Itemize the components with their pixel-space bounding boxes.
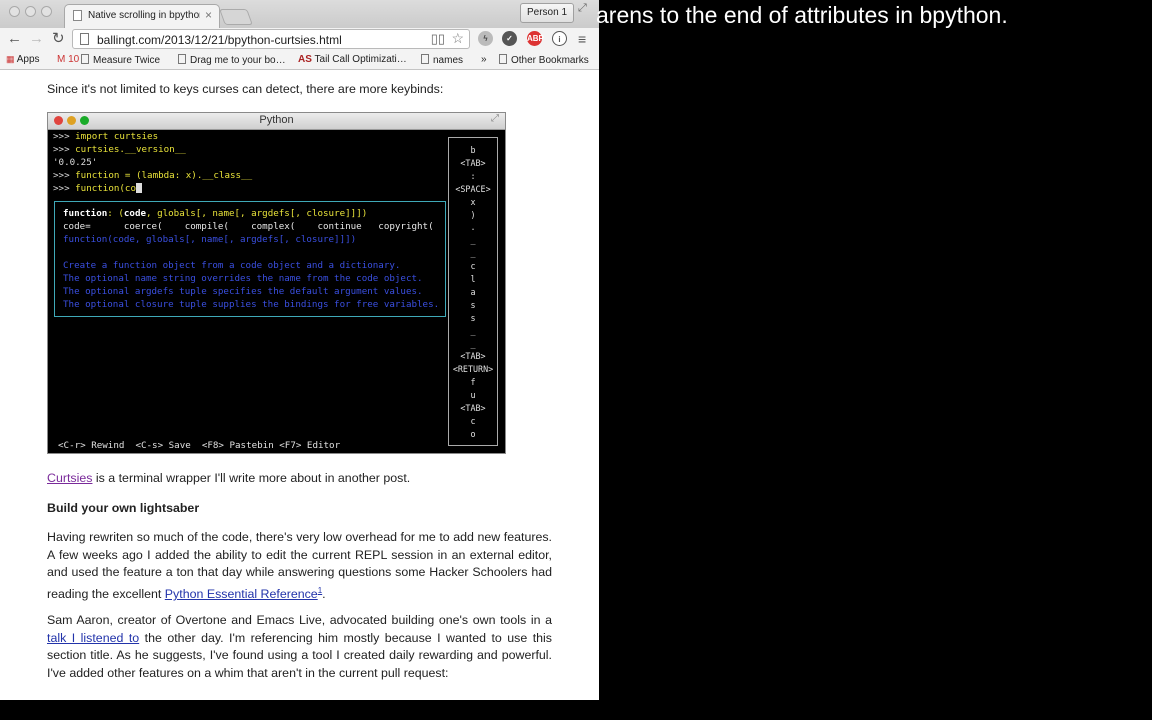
keypress-entry: <TAB>: [460, 403, 486, 413]
repl-line: >>> import curtsies: [53, 131, 159, 142]
keypress-entry: .: [470, 222, 476, 233]
keypress-entry: <TAB>: [460, 351, 486, 362]
repl-line: >>> function = (lambda: x).__class__: [53, 170, 253, 181]
keypress-entry: x: [470, 196, 476, 207]
bookmark-gmail[interactable]: M 10: [57, 54, 79, 65]
bookmark-measure-twice[interactable]: Measure Twice: [81, 54, 160, 66]
browser-window: Native scrolling in bpython × Person 1 ⤢…: [0, 0, 599, 700]
reload-icon[interactable]: ↻: [52, 29, 65, 49]
bookmarks-bar: ▦ Apps M 10 Measure Twice Drag me to you…: [0, 50, 599, 70]
forward-icon[interactable]: →: [29, 29, 44, 49]
keypress-entry: s: [470, 299, 476, 310]
python-essential-reference-link[interactable]: Python Essential Reference: [165, 587, 318, 601]
bookmark-icon: [81, 54, 89, 64]
bookmark-other[interactable]: Other Bookmarks: [499, 54, 589, 66]
keypress-entry: u: [470, 390, 476, 401]
folder-icon: [499, 54, 507, 64]
terminal-screenshot: Python ⤢ >>> import curtsies >>> curtsie…: [47, 112, 506, 454]
terminal-titlebar: Python ⤢: [48, 113, 505, 130]
docstring-line: Create a function object from a code obj…: [63, 260, 401, 271]
talk-link[interactable]: talk I listened to: [47, 631, 139, 645]
keypress-entry: c: [470, 415, 476, 426]
keypress-entry: _: [470, 325, 476, 336]
terminal-title: Python: [259, 114, 294, 126]
docstring-line: The optional argdefs tuple specifies the…: [63, 286, 423, 297]
repl-line-current: >>> function(co: [53, 183, 142, 195]
apps-grid-icon: ▦: [6, 54, 15, 64]
repl-line: '0.0.25': [53, 157, 98, 168]
keypress-entry: ): [470, 209, 476, 220]
bookmark-star-icon[interactable]: ☆: [451, 30, 464, 47]
section-heading: Build your own lightsaber: [47, 501, 200, 515]
tab-active[interactable]: Native scrolling in bpython ×: [64, 4, 220, 28]
new-tab-button[interactable]: [219, 9, 253, 25]
keypress-entry: c: [470, 261, 476, 272]
curtsies-link[interactable]: Curtsies: [47, 471, 92, 485]
keypress-entry: <RETURN>: [452, 364, 494, 375]
text-cursor: [136, 183, 142, 193]
keypress-entry: b: [470, 145, 476, 155]
tab-title: Native scrolling in bpython: [88, 10, 200, 21]
video-caption: arens to the end of attributes in bpytho…: [596, 2, 1008, 28]
extension-icon[interactable]: ϟ: [478, 31, 493, 46]
keypress-entry: _: [470, 235, 476, 246]
zoom-window-icon[interactable]: [41, 6, 52, 17]
docstring-line: The optional closure tuple supplies the …: [63, 299, 440, 310]
paragraph-tools: Having rewriten so much of the code, the…: [47, 530, 552, 602]
keypress-entry: <TAB>: [460, 157, 486, 168]
adblock-icon[interactable]: ABP: [527, 31, 544, 46]
bookmark-drag-me[interactable]: Drag me to your bo…: [178, 54, 286, 66]
close-window-icon[interactable]: [9, 6, 20, 17]
url-text[interactable]: ballingt.com/2013/12/21/bpython-curtsies…: [97, 33, 342, 47]
toolbar: ← → ↻ ballingt.com/2013/12/21/bpython-cu…: [0, 28, 599, 50]
page-icon: [73, 10, 82, 21]
pocket-icon[interactable]: ✓: [502, 31, 517, 46]
bookmark-icon: [421, 54, 429, 64]
intro-line: Since it's not limited to keys curses ca…: [47, 82, 444, 96]
keypress-log: b <TAB>: <SPACE> x). _ _ c l a s s _ _ <TAB> <RETURN> f…: [448, 137, 498, 446]
keypress-entry: s: [470, 312, 476, 323]
page-icon: [80, 33, 89, 45]
bookmark-apps[interactable]: ▦ Apps: [6, 54, 40, 65]
repl-line: >>> curtsies.__version__: [53, 144, 186, 155]
keypress-entry: _: [470, 338, 476, 349]
signature-line: function: (code, globals[, name[, argdef…: [63, 208, 368, 219]
fullscreen-icon[interactable]: ⤢: [578, 2, 587, 15]
bookmark-names[interactable]: names: [421, 54, 463, 66]
keypress-entry: :: [470, 170, 476, 181]
keypress-entry: _: [470, 248, 476, 259]
paragraph-lightsaber: Sam Aaron, creator of Overtone and Emacs…: [47, 613, 552, 681]
minimize-window-icon[interactable]: [25, 6, 36, 17]
reader-icon[interactable]: ▯▯: [431, 31, 445, 47]
keypress-entry: l: [470, 274, 476, 284]
bookmark-icon: [178, 54, 186, 64]
keypress-entry: <SPACE>: [455, 183, 491, 194]
completion-list: code= coerce( compile( complex( continue…: [63, 221, 434, 232]
close-tab-icon[interactable]: ×: [205, 8, 212, 22]
profile-button[interactable]: Person 1: [520, 3, 575, 23]
docstring-line: The optional name string overrides the n…: [63, 273, 423, 284]
menu-icon[interactable]: ≡: [578, 29, 586, 49]
docstring-signature: function(code, globals[, name[, argdefs[…: [63, 234, 357, 245]
info-icon[interactable]: i: [552, 31, 567, 46]
resize-icon: ⤢: [491, 113, 499, 124]
address-bar[interactable]: ballingt.com/2013/12/21/bpython-curtsies…: [72, 29, 470, 49]
keypress-entry: a: [470, 286, 476, 297]
back-icon[interactable]: ←: [7, 29, 22, 49]
terminal-statusbar: <C-r> Rewind <C-s> Save <F8> Pastebin <F…: [58, 440, 341, 451]
as-icon: AS: [298, 54, 312, 65]
keypress-entry: o: [470, 428, 476, 439]
tab-strip: Native scrolling in bpython × Person 1 ⤢: [0, 0, 599, 28]
keypress-entry: f: [470, 377, 476, 388]
bookmark-tail-call[interactable]: AS Tail Call Optimizati…: [298, 54, 407, 65]
bookmarks-overflow[interactable]: »: [481, 54, 487, 65]
page-content: Since it's not limited to keys curses ca…: [0, 70, 599, 700]
curtsies-paragraph: Curtsies is a terminal wrapper I'll writ…: [47, 471, 411, 485]
autocomplete-popup: function: (code, globals[, name[, argdef…: [54, 201, 446, 317]
